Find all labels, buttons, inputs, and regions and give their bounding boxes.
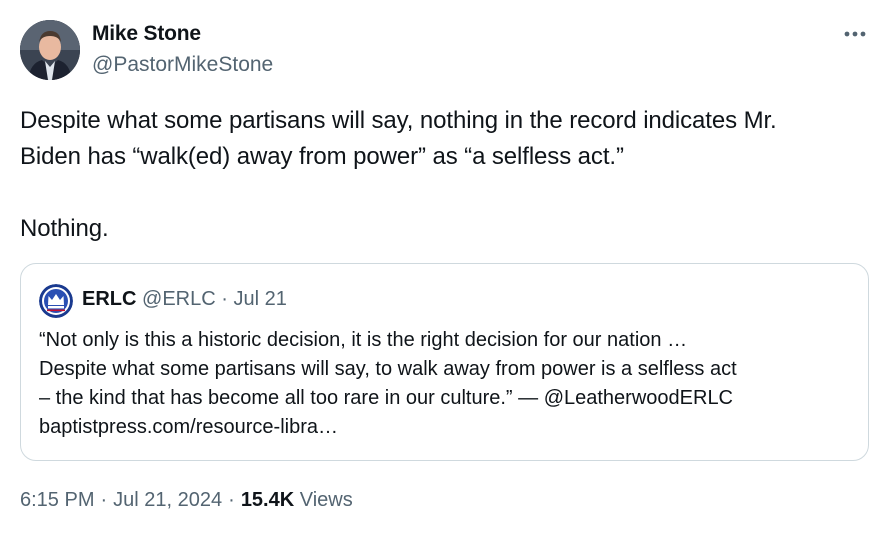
quoted-tweet-header: ERLC @ERLC · Jul 21 — [82, 288, 287, 311]
footer-separator: · — [100, 489, 108, 511]
quoted-display-name[interactable]: ERLC — [82, 288, 136, 310]
views-count[interactable]: 15.4K — [241, 489, 294, 511]
quoted-handle[interactable]: @ERLC — [142, 288, 216, 310]
author-photo — [20, 20, 80, 80]
erlc-logo-avatar[interactable] — [39, 284, 73, 318]
author-display-name[interactable]: Mike Stone — [92, 22, 201, 46]
tweet-text: Despite what some partisans will say, no… — [20, 107, 777, 242]
quoted-tweet-text: “Not only is this a historic decision, i… — [39, 329, 737, 438]
author-avatar[interactable] — [20, 20, 80, 80]
tweet-date[interactable]: Jul 21, 2024 — [113, 489, 222, 511]
tweet-time[interactable]: 6:15 PM — [20, 489, 94, 511]
footer-separator-2: · — [228, 489, 235, 511]
tweet-footer: 6:15 PM · Jul 21, 2024 · 15.4K Views — [20, 489, 353, 512]
views-label[interactable]: Views — [300, 489, 353, 511]
quoted-separator: · — [221, 288, 228, 310]
quoted-tweet-card[interactable]: ERLC @ERLC · Jul 21 “Not only is this a … — [20, 263, 869, 461]
more-options-button[interactable] — [838, 20, 872, 48]
crown-icon — [39, 284, 73, 318]
author-handle[interactable]: @PastorMikeStone — [92, 53, 273, 77]
more-horizontal-icon — [844, 31, 866, 37]
tweet: Mike Stone @PastorMikeStone Despite what… — [0, 0, 890, 534]
quoted-date[interactable]: Jul 21 — [233, 288, 286, 310]
